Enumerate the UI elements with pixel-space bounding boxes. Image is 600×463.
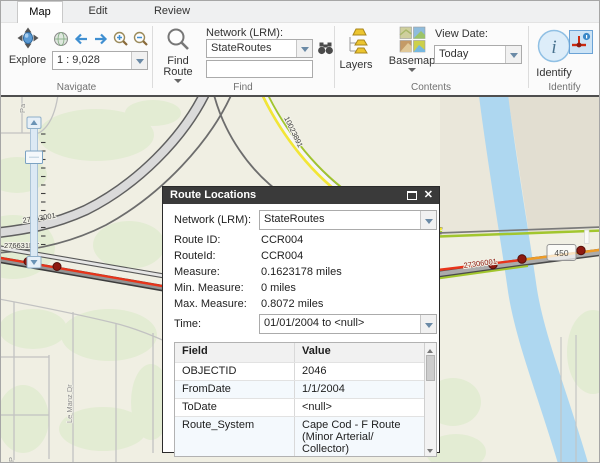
routeid-value: CCR004	[261, 248, 438, 264]
time-combo[interactable]: 01/01/2004 to <null>	[259, 314, 437, 334]
previous-extent-icon[interactable]	[72, 30, 90, 48]
map-scale-combo[interactable]: 1 : 9,028	[52, 51, 148, 70]
table-row[interactable]: Route_System Cape Cod - F Route (Minor A…	[175, 416, 424, 456]
street-label: Le Manz Dr	[65, 384, 74, 423]
zoom-out-icon[interactable]	[132, 30, 150, 48]
route-id-value: CCR004	[261, 232, 438, 248]
dialog-network-value: StateRoutes	[260, 211, 420, 229]
close-icon[interactable]	[424, 187, 433, 204]
binoculars-icon[interactable]	[317, 40, 334, 57]
value-column-header: Value	[295, 343, 424, 362]
time-value: 01/01/2004 to <null>	[260, 315, 420, 333]
chevron-down-icon[interactable]	[505, 46, 521, 63]
find-route-label-line2: Route	[156, 67, 200, 78]
attributes-table: Field Value OBJECTID 2046 FromDate 1/1/2…	[174, 342, 437, 457]
max-measure-value: 0.8072 miles	[261, 296, 438, 312]
network-lrm-combo[interactable]: StateRoutes	[206, 39, 313, 58]
time-label: Time:	[174, 316, 259, 332]
view-date-value: Today	[435, 46, 505, 63]
field-row: Max. Measure: 0.8072 miles	[174, 296, 438, 312]
find-route-button[interactable]: Find Route	[156, 27, 200, 90]
explore-pan-icon	[17, 40, 39, 52]
layers-button[interactable]: Layers	[335, 28, 377, 71]
chevron-down-icon[interactable]	[420, 315, 436, 333]
table-row[interactable]: OBJECTID 2046	[175, 362, 424, 380]
find-route-input[interactable]	[206, 60, 313, 78]
svg-text:i: i	[551, 37, 556, 58]
ribbon-body: Explore	[1, 23, 599, 94]
field-column-header: Field	[175, 343, 295, 362]
field-row: Measure: 0.1623178 miles	[174, 264, 438, 280]
field-row: Min. Measure: 0 miles	[174, 280, 438, 296]
explore-button[interactable]: Explore	[5, 27, 50, 66]
next-extent-icon[interactable]	[92, 30, 110, 48]
layers-icon	[342, 47, 370, 59]
min-measure-label: Min. Measure:	[174, 280, 261, 296]
layers-label: Layers	[335, 59, 377, 71]
group-contents: Layers	[334, 23, 528, 94]
street-label: P	[7, 457, 16, 462]
tab-edit[interactable]: Edit	[63, 1, 133, 23]
bridge-marker	[585, 230, 590, 244]
full-extent-icon[interactable]	[52, 30, 70, 48]
max-measure-label: Max. Measure:	[174, 296, 261, 312]
table-header-row: Field Value	[175, 343, 424, 362]
table-scrollbar[interactable]	[424, 343, 436, 456]
zoom-in-icon[interactable]	[112, 30, 130, 48]
table-row[interactable]: FromDate 1/1/2004	[175, 380, 424, 398]
identify-label: Identify	[531, 67, 577, 79]
chevron-down-icon[interactable]	[131, 52, 147, 69]
scrollbar-thumb[interactable]	[426, 355, 435, 381]
street-label: Pa	[18, 103, 27, 113]
shield-label: 450	[554, 248, 568, 258]
application-window: Map Edit Review	[0, 0, 600, 463]
maximize-icon[interactable]	[407, 191, 417, 200]
measure-label: Measure:	[174, 264, 261, 280]
group-find: Find Route Network (LRM): StateRoutes	[152, 23, 334, 94]
zoom-slider-track[interactable]	[31, 128, 38, 257]
chevron-down-icon[interactable]	[420, 211, 436, 229]
explore-label: Explore	[5, 54, 50, 66]
table-row[interactable]: ToDate <null>	[175, 398, 424, 416]
ribbon-tab-bar: Map Edit Review	[1, 1, 599, 23]
route-locations-dialog: Route Locations Network (LRM): StateRout…	[162, 186, 440, 453]
tab-map[interactable]: Map	[17, 1, 63, 23]
map-view[interactable]: 450 10023891 27663001 276631DT 27306001 …	[1, 97, 600, 463]
group-label-identify: Identify	[528, 82, 600, 93]
view-date-label: View Date:	[435, 28, 488, 40]
group-navigate: Explore	[1, 23, 152, 94]
scroll-down-icon[interactable]	[425, 445, 436, 456]
basemap-label: Basemap	[388, 56, 436, 67]
ribbon: Map Edit Review	[1, 1, 599, 97]
route-shield-450: 450	[547, 245, 576, 261]
dialog-title-bar[interactable]: Route Locations	[163, 187, 439, 204]
measure-value: 0.1623178 miles	[261, 264, 438, 280]
dialog-title: Route Locations	[170, 187, 407, 204]
field-row: RouteId: CCR004	[174, 248, 438, 264]
group-identify: i Identify Identify	[528, 23, 600, 94]
routeid-label: RouteId:	[174, 248, 261, 264]
basemap-button[interactable]: Basemap	[388, 26, 436, 79]
identify-info-icon: i	[536, 55, 572, 67]
network-lrm-value: StateRoutes	[207, 40, 296, 57]
min-measure-value: 0 miles	[261, 280, 438, 296]
scroll-up-icon[interactable]	[425, 343, 436, 354]
field-row: Route ID: CCR004	[174, 232, 438, 248]
tab-review[interactable]: Review	[133, 1, 211, 23]
group-label-navigate: Navigate	[1, 82, 152, 93]
route-id-label: Route ID:	[174, 232, 261, 248]
map-scale-value: 1 : 9,028	[53, 52, 131, 69]
view-date-combo[interactable]: Today	[434, 45, 522, 64]
network-lrm-label: Network (LRM):	[206, 27, 283, 39]
chevron-down-icon[interactable]	[296, 40, 312, 57]
dialog-body: Network (LRM): StateRoutes Route ID: CCR…	[163, 204, 439, 457]
identify-route-locations-tool[interactable]	[569, 30, 593, 54]
group-label-contents: Contents	[334, 82, 528, 93]
dialog-network-combo[interactable]: StateRoutes	[259, 210, 437, 230]
group-label-find: Find	[152, 82, 334, 93]
chevron-down-icon	[408, 68, 416, 76]
network-lrm-label: Network (LRM):	[174, 212, 259, 228]
